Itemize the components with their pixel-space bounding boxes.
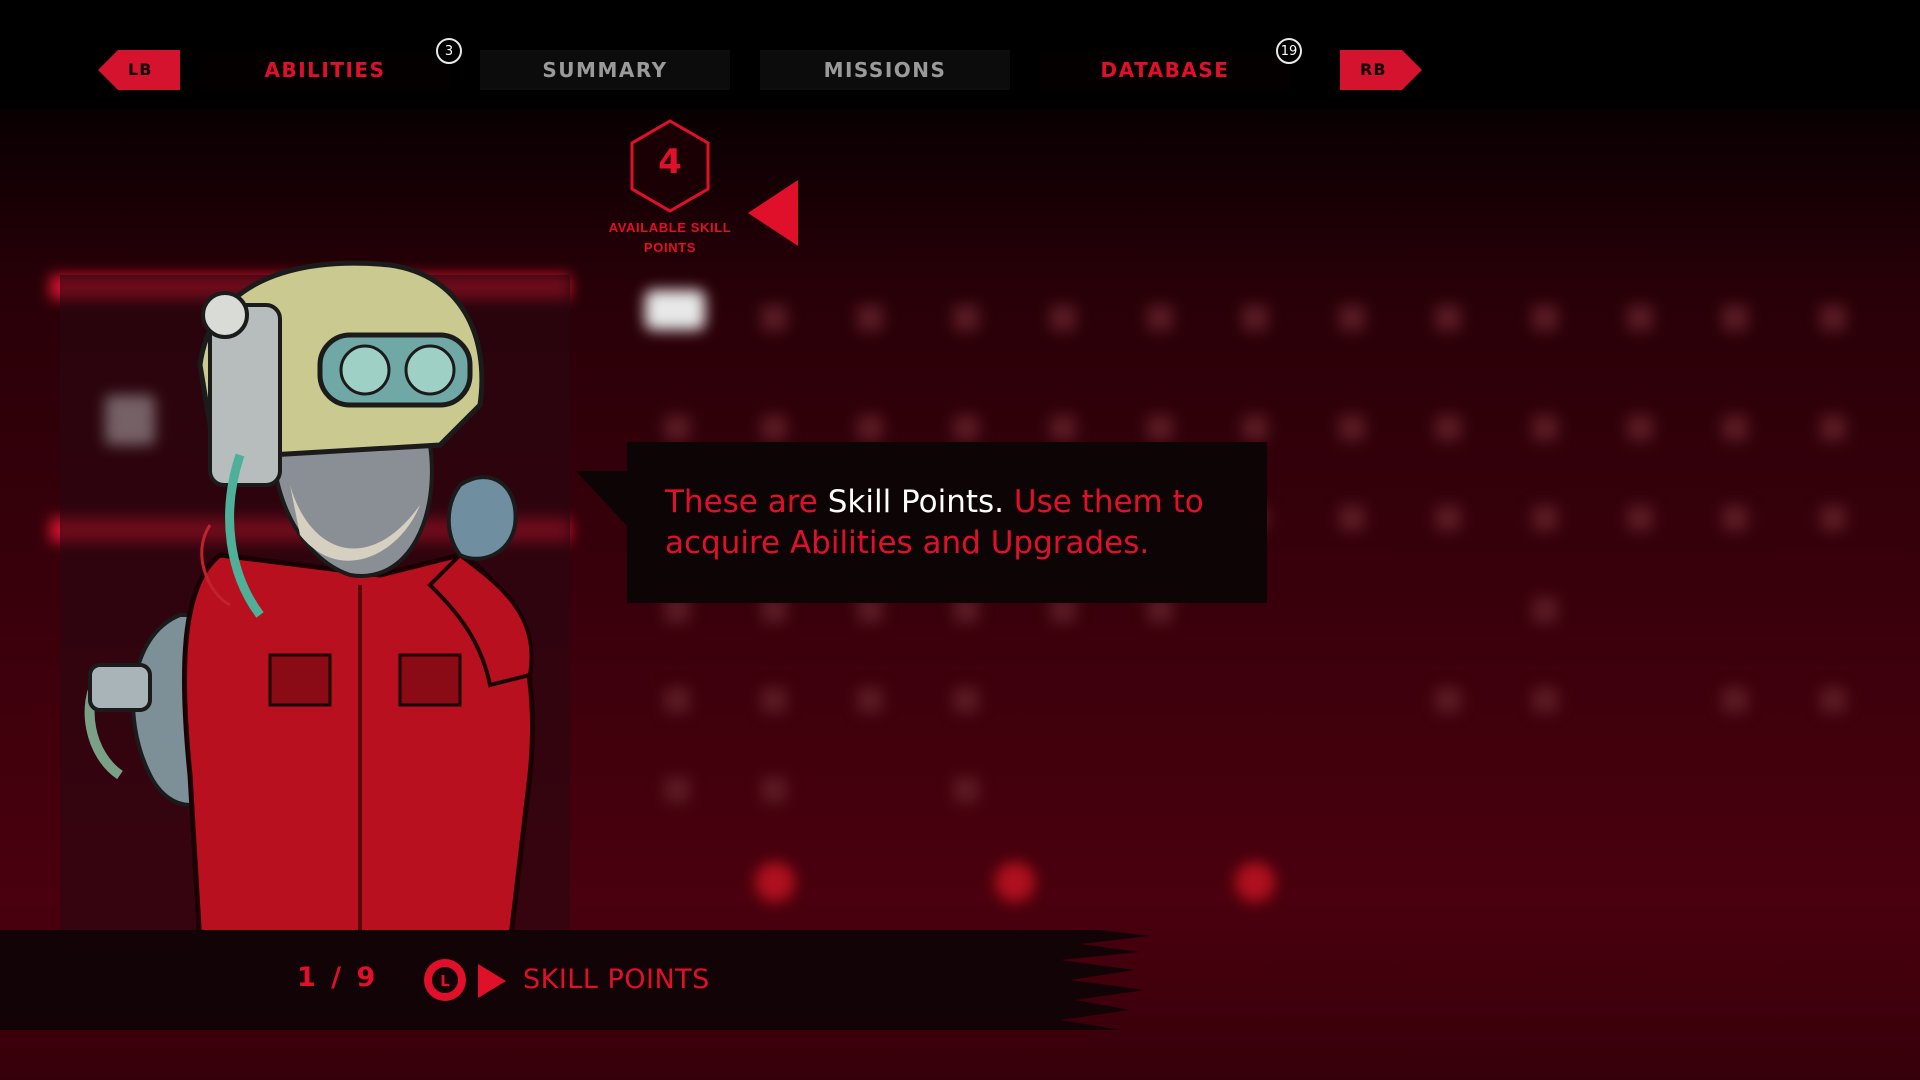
- lb-label: LB: [128, 60, 153, 79]
- skill-node: [953, 777, 979, 803]
- available-skill-points-label: AVAILABLE SKILL POINTS: [608, 220, 732, 255]
- skill-node: [1435, 687, 1461, 713]
- character-portrait: [60, 260, 570, 945]
- skill-node: [1722, 687, 1748, 713]
- skill-node: [1820, 505, 1846, 531]
- lb-button[interactable]: LB: [98, 50, 180, 90]
- skill-node: [664, 687, 690, 713]
- pointer-arrow-icon: [748, 180, 798, 246]
- skill-node: [953, 687, 979, 713]
- skill-node: [1050, 415, 1076, 441]
- tab-database[interactable]: DATABASE: [1040, 50, 1290, 90]
- skill-node: [1050, 305, 1076, 331]
- skill-node: [1435, 415, 1461, 441]
- skill-node: [1147, 305, 1173, 331]
- skill-node: [1242, 415, 1268, 441]
- tooltip-arrow-icon: [576, 471, 628, 527]
- tab-database-label: DATABASE: [1100, 58, 1230, 82]
- skill-node: [857, 415, 883, 441]
- skill-node: [1627, 415, 1653, 441]
- left-stick-icon: L: [424, 959, 466, 1001]
- tab-abilities[interactable]: ABILITIES: [200, 50, 450, 90]
- skill-node: [1435, 305, 1461, 331]
- skill-node: [1532, 305, 1558, 331]
- skill-node: [1820, 305, 1846, 331]
- skill-node: [1532, 415, 1558, 441]
- skill-node: [664, 415, 690, 441]
- skill-node: [1532, 505, 1558, 531]
- skill-node: [1627, 305, 1653, 331]
- database-count-badge: 19: [1276, 38, 1302, 64]
- rb-button[interactable]: RB: [1340, 50, 1422, 90]
- skill-node: [761, 687, 787, 713]
- skill-points-hexagon: 4: [628, 118, 712, 214]
- page-counter: 1 / 9: [297, 962, 379, 993]
- skill-node: [1722, 505, 1748, 531]
- skill-node-locked: [995, 862, 1035, 902]
- top-navigation: LB ABILITIES 3 SUMMARY MISSIONS DATABASE…: [0, 0, 1920, 110]
- tab-missions[interactable]: MISSIONS: [760, 50, 1010, 90]
- tutorial-tooltip: These are Skill Points. Use them to acqu…: [627, 442, 1267, 603]
- selected-skill-node: [645, 290, 705, 330]
- skill-points-value: 4: [658, 142, 682, 182]
- tab-missions-label: MISSIONS: [823, 58, 947, 82]
- skill-node: [1339, 305, 1365, 331]
- skill-node: [1339, 505, 1365, 531]
- tooltip-text: These are Skill Points. Use them to acqu…: [665, 482, 1245, 564]
- skill-node: [953, 415, 979, 441]
- skill-node: [1532, 597, 1558, 623]
- skill-node: [1722, 305, 1748, 331]
- left-stick-glyph: L: [440, 972, 450, 990]
- skill-node: [1820, 415, 1846, 441]
- skill-node: [1532, 687, 1558, 713]
- tab-summary-label: SUMMARY: [542, 58, 668, 82]
- skill-node: [953, 305, 979, 331]
- skill-node: [761, 415, 787, 441]
- tooltip-highlight: Skill Points.: [827, 484, 1005, 520]
- skill-node: [1435, 505, 1461, 531]
- skill-node: [857, 687, 883, 713]
- tooltip-text-start: These are: [665, 484, 828, 520]
- skill-node: [857, 305, 883, 331]
- skill-node: [1339, 415, 1365, 441]
- skill-node: [664, 777, 690, 803]
- next-arrow-icon[interactable]: [478, 964, 506, 998]
- rb-label: RB: [1360, 60, 1387, 79]
- skill-node: [761, 777, 787, 803]
- skill-node: [1627, 505, 1653, 531]
- abilities-count-badge: 3: [436, 38, 462, 64]
- skill-node: [1242, 305, 1268, 331]
- skill-node: [1147, 415, 1173, 441]
- current-topic-label: SKILL POINTS: [523, 964, 710, 995]
- skill-node: [1722, 415, 1748, 441]
- tab-summary[interactable]: SUMMARY: [480, 50, 730, 90]
- skill-node-locked: [1235, 862, 1275, 902]
- skill-node: [1820, 687, 1846, 713]
- skill-node-locked: [755, 862, 795, 902]
- tab-abilities-label: ABILITIES: [264, 58, 386, 82]
- skill-node: [761, 305, 787, 331]
